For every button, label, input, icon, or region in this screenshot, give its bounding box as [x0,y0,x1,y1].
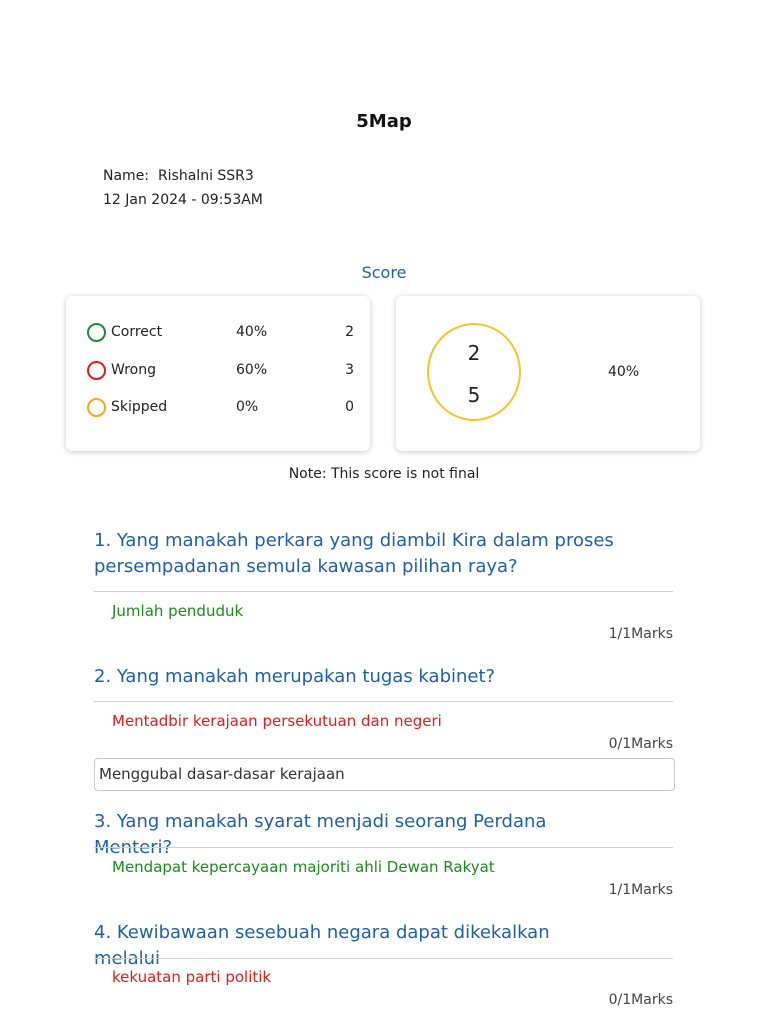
marks-3: 1/1Marks [608,882,673,898]
score-note: Note: This score is not final [288,466,480,482]
name-value: Rishalni SSR3 [157,168,254,184]
stat-percent: 60% [236,362,268,378]
score-summary-card: 2 5 40% [396,296,700,451]
datetime: 12 Jan 2024 - 09:53AM [103,192,263,208]
student-info: Name: Rishalni SSR3 12 Jan 2024 - 09:53A… [103,164,263,212]
divider [94,591,673,592]
answer-4: kekuatan parti politik [112,968,272,986]
correct-answer-2: Menggubal dasar-dasar kerajaan [94,758,675,791]
stat-count: 2 [345,324,354,340]
score-denominator: 5 [467,383,481,407]
answer-3: Mendapat kepercayaan majoriti ahli Dewan… [112,858,495,876]
score-numerator: 2 [467,341,481,365]
stat-percent: 0% [236,399,259,415]
answer-1: Jumlah penduduk [112,602,244,620]
correct-ring-icon [87,323,106,342]
marks-4: 0/1Marks [608,992,673,1008]
marks-1: 1/1Marks [608,626,673,642]
question-2: 2. Yang manakah merupakan tugas kabinet? [94,666,496,687]
name-label: Name: [103,168,150,184]
marks-2: 0/1Marks [608,736,673,752]
divider [94,958,673,959]
stat-label: Skipped [111,399,168,415]
stat-row-wrong: Wrong 60% 3 [86,359,354,383]
score-percent: 40% [608,364,640,380]
answer-2: Mentadbir kerajaan persekutuan dan neger… [112,712,442,730]
stat-row-skipped: Skipped 0% 0 [86,396,354,420]
question-1: 1. Yang manakah perkara yang diambil Kir… [94,530,614,577]
stat-percent: 40% [236,324,268,340]
page-title: 5Map [356,111,412,132]
wrong-ring-icon [87,361,106,380]
question-3: 3. Yang manakah syarat menjadi seorang P… [94,811,547,858]
stat-count: 0 [345,399,354,415]
stat-row-correct: Correct 40% 2 [86,321,354,345]
name-row: Name: Rishalni SSR3 [103,164,263,188]
question-4: 4. Kewibawaan sesebuah negara dapat dike… [94,922,550,969]
score-label: Score [361,263,407,282]
divider [94,701,673,702]
score-breakdown-card: Correct 40% 2 Wrong 60% 3 Skipped 0% 0 [66,296,370,451]
skipped-ring-icon [87,398,106,417]
divider [94,847,673,848]
stat-label: Wrong [111,362,156,378]
stat-label: Correct [111,324,163,340]
score-circle: 2 5 [427,323,521,421]
stat-count: 3 [345,362,354,378]
